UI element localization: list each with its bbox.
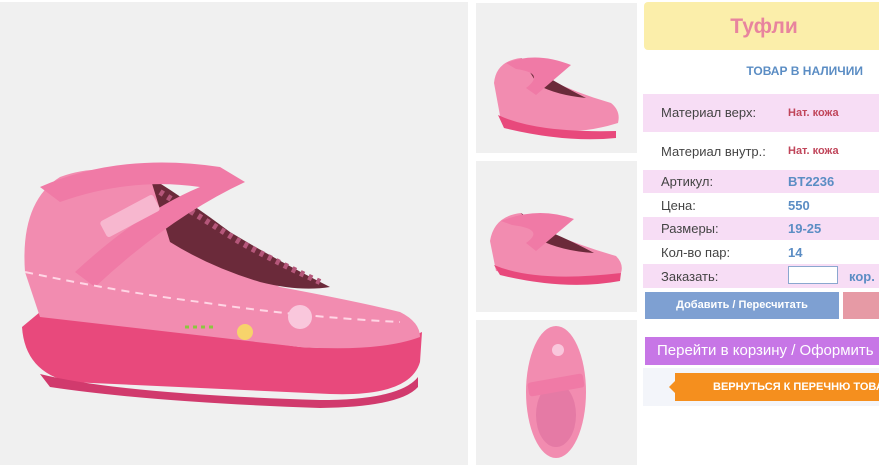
- spec-value: Нат. кожа: [788, 107, 839, 119]
- order-label: Заказать:: [661, 269, 719, 284]
- go-to-cart-button[interactable]: Перейти в корзину / Оформить: [645, 337, 879, 365]
- spec-row-sizes: Размеры: 19-25: [643, 217, 879, 240]
- spec-label: Материал внутр.:: [661, 144, 766, 159]
- order-quantity-input[interactable]: [788, 266, 838, 284]
- thumbnail-3[interactable]: [476, 320, 637, 465]
- spec-value: 14: [788, 245, 803, 260]
- spec-label: Кол-во пар:: [661, 245, 731, 260]
- spec-label: Цена:: [661, 198, 696, 213]
- back-button-container: ВЕРНУТЬСЯ К ПЕРЕЧНЮ ТОВАРОВ: [643, 368, 879, 406]
- shoe-angle-thumbnail: [490, 212, 622, 285]
- product-details-panel: Туфли ТОВАР В НАЛИЧИИ Материал верх: Нат…: [643, 0, 879, 465]
- order-row: Заказать:: [643, 264, 879, 288]
- add-recalculate-button[interactable]: Добавить / Пересчитать: [645, 292, 839, 319]
- spec-value: 550: [788, 198, 810, 213]
- spec-label: Размеры:: [661, 221, 719, 236]
- spec-row-pairs: Кол-во пар: 14: [643, 240, 879, 264]
- thumbnail-1[interactable]: [476, 3, 637, 153]
- spec-value: BT2236: [788, 174, 835, 189]
- spec-row-article: Артикул: BT2236: [643, 170, 879, 193]
- spec-value: 19-25: [788, 221, 822, 236]
- spec-row-material-top: Материал верх: Нат. кожа: [643, 94, 879, 132]
- spec-label: Материал верх:: [661, 105, 757, 120]
- secondary-action-button[interactable]: [843, 292, 879, 319]
- spec-row-price: Цена: 550: [643, 193, 879, 217]
- product-title: Туфли: [644, 2, 879, 50]
- pink-shoe-image: [22, 162, 422, 408]
- spec-label: Артикул:: [661, 174, 714, 189]
- main-product-image: [0, 2, 468, 465]
- order-unit: кор.: [849, 269, 875, 284]
- shoe-side-thumbnail: [494, 57, 619, 140]
- availability-status: ТОВАР В НАЛИЧИИ: [746, 64, 863, 78]
- back-to-list-button[interactable]: ВЕРНУТЬСЯ К ПЕРЕЧНЮ ТОВАРОВ: [675, 373, 879, 401]
- spec-value: Нат. кожа: [788, 145, 839, 157]
- thumbnail-2[interactable]: [476, 161, 637, 312]
- shoe-top-thumbnail: [526, 326, 586, 458]
- spec-row-material-inner: Материал внутр.: Нат. кожа: [643, 132, 879, 170]
